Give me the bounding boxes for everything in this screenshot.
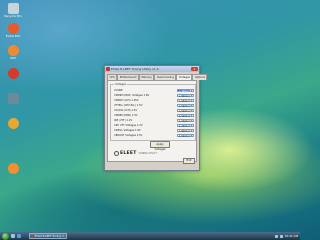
voltage-label: VDIMM (DDR) 1.5V — [114, 114, 138, 117]
desktop-icon-app-a[interactable] — [2, 118, 24, 129]
chevron-down-icon[interactable]: ▾ — [190, 94, 193, 97]
window-titlebar[interactable]: EVGA E-LEET Tuning Utility v1.0 x — [105, 66, 199, 72]
volume-icon[interactable] — [279, 234, 283, 238]
taskbar-item-label: EVGA E-LEET Tuning U... — [34, 234, 66, 238]
voltages-group: Voltages VCORE 1.4000 V ▾ VDIMM (MCH) Vol… — [110, 83, 196, 141]
exit-button[interactable]: Exit — [183, 158, 195, 164]
logo-subtitle: TUNING UTILITY — [138, 152, 157, 155]
voltage-row: VBOOST Voltages 1.5V 1.5000 V ▾ — [114, 133, 194, 138]
chevron-down-icon[interactable]: ▾ — [190, 99, 193, 102]
voltage-label: VCCPLL (ICH) 1.5V — [114, 109, 138, 112]
desktop-icon-label: EVGA ELV — [5, 34, 21, 38]
voltage-label: VTTPLL (CPU PLL) 1.5V — [114, 104, 143, 107]
eleet-logo: ELEET TUNING UTILITY — [114, 151, 157, 156]
logo-text: ELEET — [120, 151, 137, 156]
voltage-select[interactable]: 1.2000 V ▾ — [177, 118, 194, 123]
chevron-down-icon[interactable]: ▾ — [190, 134, 193, 137]
chevron-down-icon[interactable]: ▾ — [190, 124, 193, 127]
voltages-panel: Voltages VCORE 1.4000 V ▾ VDIMM (MCH) Vol… — [107, 80, 197, 162]
voltage-select[interactable]: 1.5000 V ▾ — [177, 103, 194, 108]
evga-app-icon — [31, 234, 34, 238]
voltage-value: 1.5000 V — [179, 134, 190, 138]
desktop-icon-gim[interactable]: GIM — [2, 45, 24, 60]
app-icon — [7, 118, 19, 129]
gim-app-icon — [7, 45, 19, 56]
voltage-select[interactable]: 1.5000 V ▾ — [177, 133, 194, 138]
desktop-icon-power[interactable] — [2, 68, 24, 79]
voltage-label: VBOOST Voltages 1.5V — [114, 134, 143, 137]
network-icon[interactable] — [274, 234, 278, 238]
chevron-down-icon[interactable]: ▾ — [190, 119, 193, 122]
system-tray: 10:41 AM — [274, 233, 298, 239]
evga-app-icon — [7, 23, 19, 34]
voltage-label: VDIMM (MCH) Voltages 1.8V — [114, 94, 150, 97]
chevron-down-icon[interactable]: ▾ — [190, 104, 193, 107]
voltage-label: QPI (VTT) 1.2V — [114, 119, 133, 122]
recycle-bin-icon — [7, 3, 19, 14]
voltage-select[interactable]: 1.4000 V ▾ — [177, 88, 194, 93]
chevron-down-icon[interactable]: ▾ — [190, 89, 193, 92]
voltage-select[interactable]: 1.0500 V ▾ — [177, 98, 194, 103]
voltage-select[interactable]: 1.8000 V ▾ — [177, 93, 194, 98]
voltage-label: VDMCH (ICH) 1.05V — [114, 99, 139, 102]
desktop-icon-app-b[interactable] — [2, 163, 24, 174]
taskbar: EVGA E-LEET Tuning U... 10:41 AM — [0, 232, 300, 240]
group-label: Voltages — [114, 83, 128, 86]
voltage-select[interactable]: 1.2000 V ▾ — [177, 123, 194, 128]
clock[interactable]: 10:41 AM — [285, 234, 298, 238]
desktop-icon-label: GIM — [10, 56, 16, 60]
desktop-icon-label: Recycle Bin — [4, 14, 22, 18]
voltage-select[interactable]: 1.5000 V ▾ — [177, 108, 194, 113]
start-button[interactable] — [2, 232, 9, 240]
desktop-icon-recycle-bin[interactable]: Recycle Bin — [2, 3, 24, 18]
utility-icon — [7, 93, 19, 104]
browser-icon[interactable] — [17, 234, 21, 238]
voltage-label: CPU VTT Voltages 1.2V — [114, 124, 143, 127]
window-title: EVGA E-LEET Tuning Utility v1.0 — [111, 67, 159, 71]
eleet-logo-icon — [114, 151, 119, 156]
voltage-label: VIOPLL Voltages 1.8V — [114, 129, 141, 132]
voltage-select[interactable]: 1.5000 V ▾ — [177, 113, 194, 118]
power-icon — [7, 68, 19, 79]
chevron-down-icon[interactable]: ▾ — [190, 114, 193, 117]
chevron-down-icon[interactable]: ▾ — [190, 109, 193, 112]
app-icon — [7, 163, 19, 174]
evga-app-icon — [106, 67, 110, 71]
apply-voltages-button[interactable]: Apply Voltages — [150, 141, 170, 151]
desktop-icon-evga-elv[interactable]: EVGA ELV — [2, 23, 24, 38]
voltage-label: VCORE — [114, 89, 123, 92]
desktop-icon-utility[interactable] — [2, 93, 24, 104]
eleet-window: EVGA E-LEET Tuning Utility v1.0 x CPU Mo… — [104, 65, 208, 171]
chevron-down-icon[interactable]: ▾ — [190, 129, 193, 132]
close-button[interactable]: x — [191, 67, 198, 71]
voltage-select[interactable]: 1.8000 V ▾ — [177, 128, 194, 133]
taskbar-item-eleet[interactable]: EVGA E-LEET Tuning U... — [29, 233, 67, 239]
show-desktop-icon[interactable] — [11, 234, 15, 238]
